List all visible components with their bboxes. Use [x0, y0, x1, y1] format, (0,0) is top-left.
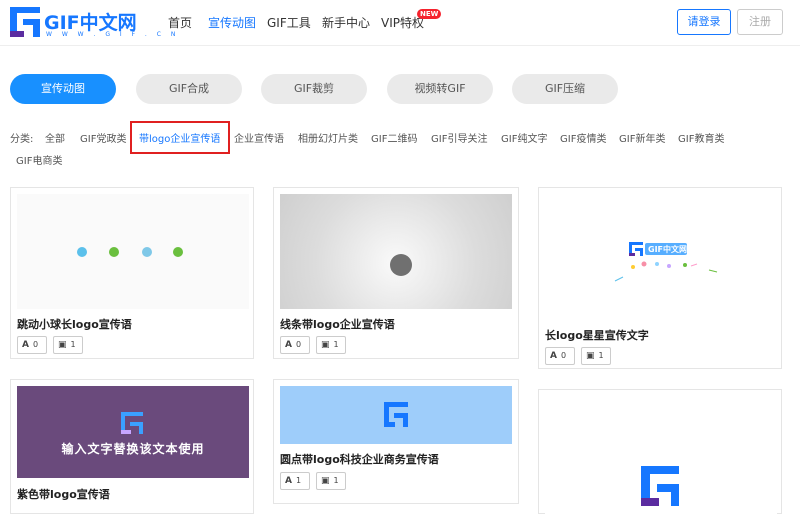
- tab-gif-crop[interactable]: GIF裁剪: [261, 74, 367, 104]
- preview-logo-text: GIF中文网: [648, 245, 688, 254]
- image-icon: ▣: [58, 340, 67, 350]
- tab-gif-compose[interactable]: GIF合成: [136, 74, 242, 104]
- bouncing-balls-preview: [77, 247, 183, 257]
- card-title: 紫色带logo宣传语: [17, 488, 110, 501]
- tab-promo-gifs[interactable]: 宣传动图: [10, 74, 116, 104]
- category-party[interactable]: GIF党政类: [80, 130, 126, 145]
- text-icon: A: [285, 476, 292, 486]
- image-count: ▣ 1: [581, 347, 611, 365]
- image-icon: ▣: [321, 476, 330, 486]
- tab-video-to-gif[interactable]: 视频转GIF: [387, 74, 493, 104]
- text-count: A0: [280, 336, 310, 354]
- card-thumbnail: [17, 194, 249, 309]
- login-button[interactable]: 请登录: [677, 9, 731, 35]
- text-icon: A: [22, 340, 29, 350]
- register-button[interactable]: 注册: [737, 9, 783, 35]
- vip-new-badge: NEW: [417, 9, 442, 19]
- text-count: A0: [17, 336, 47, 354]
- nav-home[interactable]: 首页: [168, 14, 192, 31]
- text-count: A0: [545, 347, 575, 365]
- star-logo-preview: [614, 242, 718, 282]
- tab-gif-compress[interactable]: GIF压缩: [512, 74, 618, 104]
- logo-url: W W W . G I F . C N: [46, 31, 180, 38]
- category-education[interactable]: GIF教育类: [678, 130, 724, 145]
- template-card[interactable]: 线条带logo企业宣传语 A0 ▣ 1: [273, 187, 519, 359]
- card-title: 线条带logo企业宣传语: [280, 318, 395, 331]
- template-card[interactable]: [538, 389, 782, 516]
- card-thumbnail: [280, 386, 512, 444]
- selected-category-highlight: [130, 121, 230, 154]
- top-header: GIF中文网 W W W . G I F . C N 首页 宣传动图 GIF工具…: [0, 0, 800, 46]
- template-card[interactable]: GIF中文网 长logo星星宣传文字 A0 ▣ 1: [538, 187, 782, 369]
- image-icon: ▣: [586, 351, 595, 361]
- image-count: ▣ 1: [316, 336, 346, 354]
- card-thumbnail: [280, 194, 512, 309]
- image-icon: ▣: [321, 340, 330, 350]
- category-pure-text[interactable]: GIF纯文字: [501, 130, 547, 145]
- logo-mark-icon: [10, 7, 40, 37]
- line-animation-preview: [390, 254, 412, 276]
- category-qrcode[interactable]: GIF二维码: [371, 130, 417, 145]
- category-prefix: 分类:: [10, 134, 34, 145]
- large-logo-preview: [641, 466, 679, 506]
- template-card[interactable]: 输入文字替换该文本使用 紫色带logo宣传语: [10, 379, 254, 514]
- card-title: 长logo星星宣传文字: [545, 329, 649, 342]
- preview-overlay-text: 输入文字替换该文本使用: [61, 442, 205, 456]
- text-icon: A: [285, 340, 292, 350]
- nav-gif-tools[interactable]: GIF工具: [267, 14, 311, 31]
- template-card[interactable]: 圆点带logo科技企业商务宣传语 A1 ▣ 1: [273, 379, 519, 504]
- card-title: 跳动小球长logo宣传语: [17, 318, 132, 331]
- nav-promo-gifs[interactable]: 宣传动图: [208, 14, 256, 31]
- card-thumbnail: GIF中文网: [545, 194, 777, 320]
- dot-tech-preview: [384, 402, 408, 427]
- image-count: ▣ 1: [53, 336, 83, 354]
- image-count: ▣ 1: [316, 472, 346, 490]
- template-card[interactable]: 跳动小球长logo宣传语 A0 ▣ 1: [10, 187, 254, 359]
- card-thumbnail: 输入文字替换该文本使用: [17, 386, 249, 478]
- site-logo[interactable]: GIF中文网 W W W . G I F . C N: [10, 7, 175, 39]
- category-new-year[interactable]: GIF新年类: [619, 130, 665, 145]
- category-epidemic[interactable]: GIF疫情类: [560, 130, 606, 145]
- text-count: A1: [280, 472, 310, 490]
- category-ecommerce[interactable]: GIF电商类: [16, 152, 62, 167]
- category-album-slideshow[interactable]: 相册幻灯片类: [298, 130, 358, 145]
- category-follow-guide[interactable]: GIF引导关注: [431, 130, 487, 145]
- card-thumbnail: [545, 396, 777, 516]
- category-enterprise[interactable]: 企业宣传语: [234, 130, 284, 145]
- category-all[interactable]: 全部: [45, 130, 65, 145]
- text-icon: A: [550, 351, 557, 361]
- nav-beginner-center[interactable]: 新手中心: [322, 14, 370, 31]
- card-title: 圆点带logo科技企业商务宣传语: [280, 453, 439, 466]
- purple-logo-preview: [121, 412, 143, 434]
